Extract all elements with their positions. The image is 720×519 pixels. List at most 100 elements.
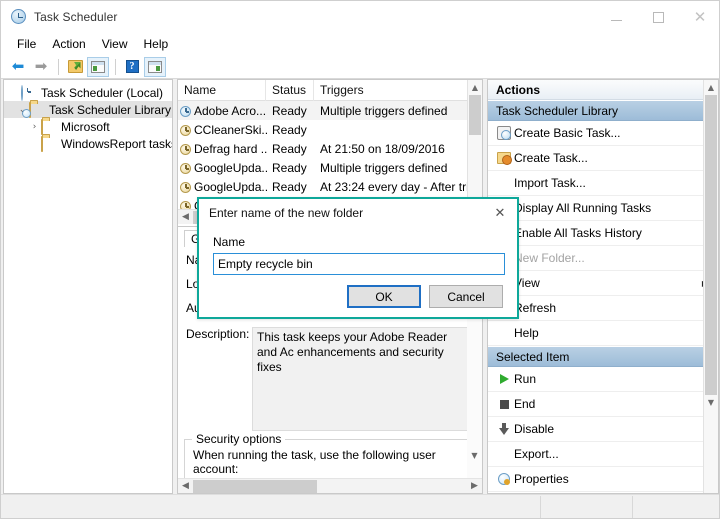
clock-icon [180, 162, 191, 174]
up-one-level-button[interactable] [64, 57, 86, 77]
clock-icon [180, 181, 191, 193]
actions-vertical-scrollbar[interactable]: ▲ ▼ [703, 80, 718, 493]
tree-item-windowsreport-tasks[interactable]: WindowsReport tasks [4, 135, 172, 152]
status-pane-2 [541, 495, 633, 518]
window-title: Task Scheduler [34, 10, 118, 24]
detail-horizontal-scrollbar[interactable]: ◀ ▶ [178, 478, 482, 493]
menu-view[interactable]: View [94, 35, 136, 53]
column-header-triggers[interactable]: Triggers [314, 80, 468, 101]
task-triggers: At 23:24 every day - After trig [320, 179, 476, 194]
task-name: CCleanerSki... [194, 122, 268, 137]
scrollbar-thumb[interactable] [193, 479, 317, 493]
close-button[interactable]: ✕ [679, 1, 719, 33]
ok-button[interactable]: OK [347, 285, 421, 308]
task-status: Ready [272, 179, 307, 194]
detail-field-description: Description: This task keeps your Adobe … [186, 327, 474, 431]
tree-item-task-scheduler-library[interactable]: ⌄ Task Scheduler Library [4, 101, 172, 118]
scroll-left-arrow[interactable]: ◀ [178, 481, 193, 491]
show-hide-console-tree-button[interactable] [87, 56, 109, 77]
folder-icon [41, 118, 57, 135]
action-end[interactable]: End [488, 392, 718, 417]
dialog-title: Enter name of the new folder [209, 206, 364, 220]
back-button[interactable]: ⬅ [7, 57, 29, 77]
action-export[interactable]: Export... [488, 442, 718, 467]
clock-icon [180, 143, 191, 155]
folder-icon [41, 135, 57, 152]
scroll-up-arrow[interactable]: ▲ [468, 80, 482, 95]
forward-button[interactable]: ➡ [30, 57, 52, 77]
task-scheduler-window: Task Scheduler ✕ File Action View Help ⬅… [0, 0, 720, 519]
table-row[interactable]: GoogleUpda... Ready At 23:24 every day -… [178, 177, 482, 196]
menu-file[interactable]: File [9, 35, 44, 53]
task-status: Ready [272, 160, 307, 175]
action-display-all-running-tasks[interactable]: Display All Running Tasks [488, 196, 718, 221]
clock-icon [180, 105, 191, 117]
task-list-vertical-scrollbar[interactable]: ▲ [467, 80, 482, 208]
scrollbar-track[interactable] [193, 479, 467, 494]
scroll-down-arrow[interactable]: ▼ [467, 448, 482, 463]
create-task-icon [494, 152, 514, 165]
scroll-down-arrow[interactable]: ▼ [704, 395, 718, 410]
table-row[interactable]: GoogleUpda... Ready Multiple triggers de… [178, 158, 482, 177]
action-refresh[interactable]: Refresh [488, 296, 718, 321]
tree-item-label: Microsoft [61, 119, 110, 134]
window-controls: ✕ [595, 1, 719, 33]
task-name: GoogleUpda... [194, 160, 268, 175]
action-label: Display All Running Tasks [514, 201, 652, 215]
toolbar-separator-2 [115, 58, 116, 75]
scrollbar-thumb[interactable] [469, 95, 481, 135]
action-properties[interactable]: Properties [488, 467, 718, 492]
folder-name-input[interactable] [213, 253, 505, 275]
status-pane-3 [633, 496, 719, 518]
toolbar-separator-1 [58, 58, 59, 75]
action-label: Create Basic Task... [514, 126, 621, 140]
cancel-button[interactable]: Cancel [429, 285, 503, 308]
action-help-library[interactable]: Help [488, 321, 718, 346]
toolbar: ⬅ ➡ ? [1, 55, 719, 79]
clock-icon [180, 124, 191, 136]
action-enable-all-tasks-history[interactable]: Enable All Tasks History [488, 221, 718, 246]
tree-item-label: WindowsReport tasks [61, 136, 173, 151]
run-icon [494, 374, 514, 384]
show-hide-action-pane-button[interactable] [144, 56, 166, 77]
action-run[interactable]: Run [488, 367, 718, 392]
table-row[interactable]: Defrag hard ... Ready At 21:50 on 18/09/… [178, 139, 482, 158]
group-header-label: Selected Item [496, 349, 570, 364]
group-header-label: Task Scheduler Library [496, 103, 619, 118]
action-label: Help [514, 326, 539, 340]
tree-twisty-collapsed[interactable]: › [28, 122, 41, 132]
action-create-basic-task[interactable]: Create Basic Task... [488, 121, 718, 146]
scroll-right-arrow[interactable]: ▶ [467, 481, 482, 491]
task-name: Adobe Acro... [194, 103, 267, 118]
action-disable[interactable]: Disable [488, 417, 718, 442]
close-icon[interactable]: ✕ [485, 200, 515, 226]
task-status: Ready [272, 103, 307, 118]
table-row[interactable]: Adobe Acro... Ready Multiple triggers de… [178, 101, 482, 120]
title-bar: Task Scheduler ✕ [1, 1, 719, 33]
actions-pane: Actions Task Scheduler Library ▲ Create … [487, 79, 719, 494]
minimize-button[interactable] [595, 1, 637, 33]
action-import-task[interactable]: Import Task... [488, 171, 718, 196]
task-name: GoogleUpda... [194, 179, 268, 194]
group-title: Security options [192, 432, 286, 446]
scroll-left-arrow[interactable]: ◀ [178, 212, 193, 222]
actions-group-header-library[interactable]: Task Scheduler Library ▲ [488, 100, 718, 121]
action-create-task[interactable]: Create Task... [488, 146, 718, 171]
menu-action[interactable]: Action [44, 35, 93, 53]
help-button[interactable]: ? [121, 57, 143, 77]
menu-help[interactable]: Help [136, 35, 177, 53]
column-header-name[interactable]: Name [178, 80, 266, 101]
tree-item-microsoft[interactable]: › Microsoft [4, 118, 172, 135]
table-row[interactable]: CCleanerSki... Ready [178, 120, 482, 139]
scrollbar-thumb[interactable] [705, 95, 717, 395]
task-triggers: At 21:50 on 18/09/2016 [320, 141, 445, 156]
task-list-header: Name Status Triggers [178, 80, 482, 101]
action-label: Import Task... [514, 176, 586, 190]
action-label: Run [514, 372, 537, 386]
scroll-up-arrow[interactable]: ▲ [704, 80, 718, 95]
maximize-button[interactable] [637, 1, 679, 33]
column-header-status[interactable]: Status [266, 80, 314, 101]
tree-item-task-scheduler-local[interactable]: Task Scheduler (Local) [4, 84, 172, 101]
action-view[interactable]: View ▶ [488, 271, 718, 296]
actions-group-header-selected-item[interactable]: Selected Item ▲ [488, 346, 718, 367]
